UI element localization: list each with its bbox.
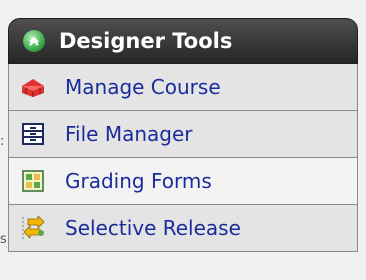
panel-header[interactable]: Designer Tools — [8, 18, 358, 64]
grading-forms-item[interactable]: Grading Forms — [9, 158, 357, 205]
panel-title: Designer Tools — [59, 29, 233, 53]
selective-release-link[interactable]: Selective Release — [65, 216, 241, 240]
manage-course-item[interactable]: Manage Course — [9, 64, 357, 111]
background-text-fragment: s — [0, 232, 7, 247]
file-cabinet-icon — [19, 121, 47, 147]
selective-release-item[interactable]: Selective Release — [9, 205, 357, 252]
background-text-fragment: : — [0, 134, 5, 149]
grid-form-icon — [19, 168, 47, 194]
file-manager-link[interactable]: File Manager — [65, 122, 193, 146]
designer-tools-panel: Designer Tools Manage Course File Manage… — [8, 18, 358, 252]
collapse-chevron-icon[interactable] — [23, 30, 45, 52]
grading-forms-link[interactable]: Grading Forms — [65, 169, 212, 193]
file-manager-item[interactable]: File Manager — [9, 111, 357, 158]
bricks-icon — [19, 74, 47, 100]
release-arrows-icon — [19, 215, 47, 241]
tools-list: Manage Course File Manager Grading Forms… — [8, 64, 358, 252]
manage-course-link[interactable]: Manage Course — [65, 75, 221, 99]
